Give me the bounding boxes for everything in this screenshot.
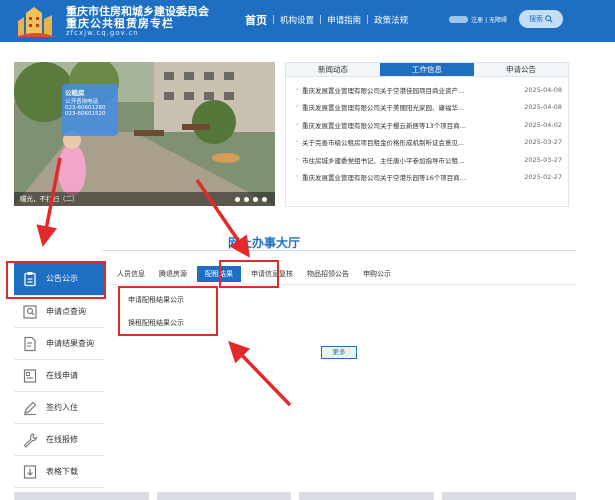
highlight-box-tab <box>219 260 279 288</box>
news-tabs: 新闻动态 工作信息 申请公告 <box>286 63 568 77</box>
building-logo-icon[interactable] <box>14 3 58 39</box>
sidebar-item-label: 在线报修 <box>46 435 78 444</box>
news-list: 重庆发展置业管理有限公司关于空港佳园项目商业资产... 2025-04-08 重庆… <box>286 77 568 186</box>
slide-dot[interactable] <box>253 197 258 202</box>
sidebar-item-online-application[interactable]: 在线申请 <box>14 360 104 392</box>
sidebar-item-label: 签约入住 <box>46 403 78 412</box>
photo-slider[interactable]: 公租房 公开咨询电话 023-60601260 023-60601520 曝光，… <box>14 62 275 206</box>
slide-dot[interactable] <box>244 197 249 202</box>
main-nav: 首页 | 机构设置 | 申请指南 | 政策法规 <box>240 12 413 28</box>
site-url: zfcxjw.cq.gov.cn <box>66 29 139 37</box>
tab-application-notice[interactable]: 申请公告 <box>474 63 568 76</box>
sidebar-item-sign-contract[interactable]: 签约入住 <box>14 392 104 424</box>
tab-lost-and-found[interactable]: 物品招领公告 <box>300 269 356 279</box>
sidebar-item-result-query[interactable]: 申请结果查询 <box>14 328 104 360</box>
nav-item-guide[interactable]: 申请指南 <box>322 14 366 26</box>
divider <box>102 250 576 251</box>
nav-item-organization[interactable]: 机构设置 <box>275 14 319 26</box>
hotline-card-subtitle: 公开咨询电话 <box>65 99 99 105</box>
pen-icon <box>24 401 37 415</box>
news-title[interactable]: 重庆发展置业管理有限公司关于樱云新居等13个项目商... <box>296 120 501 130</box>
map-search-icon <box>23 304 37 319</box>
courtyard-photo <box>14 62 275 206</box>
news-date: 2025-04-08 <box>524 103 562 112</box>
news-date: 2025-02-27 <box>524 173 562 182</box>
banner-thumb[interactable] <box>441 492 576 500</box>
hotline-phone-2: 023-60601520 <box>65 111 106 117</box>
banner-thumb[interactable] <box>14 492 149 500</box>
news-date: 2025-03-27 <box>524 155 562 164</box>
nav-item-policy[interactable]: 政策法规 <box>369 14 413 26</box>
news-title[interactable]: 重庆发展置业管理有限公司关于空港佳园项目商业资产... <box>296 85 501 95</box>
tab-purchase-notice[interactable]: 申购公示 <box>356 269 398 279</box>
download-icon <box>23 464 37 479</box>
site-header: 重庆市住房和城乡建设委员会 重庆公共租赁房专栏 zfcxjw.cq.gov.cn… <box>0 0 615 42</box>
sidebar-item-online-repair[interactable]: 在线报修 <box>14 424 104 456</box>
nav-home[interactable]: 首页 <box>240 12 272 28</box>
list-item[interactable]: 市住房城乡建委党组书记、主任唐小平参加指导市公租... 2025-03-27 <box>296 151 562 169</box>
service-hall-title: 网上办事大厅 <box>228 236 301 250</box>
list-item[interactable]: 关于完善市级公租房项目租金价格形成机制听证会意见... 2025-03-27 <box>296 134 562 152</box>
list-item[interactable]: 重庆发展置业管理有限公司关于空港佳园项目商业资产... 2025-04-08 <box>296 81 562 99</box>
news-title[interactable]: 关于完善市级公租房项目租金价格形成机制听证会意见... <box>296 137 501 147</box>
search-icon <box>545 15 553 23</box>
news-date: 2025-04-02 <box>524 120 562 129</box>
blurred-user-name <box>449 15 469 23</box>
news-panel: 新闻动态 工作信息 申请公告 重庆发展置业管理有限公司关于空港佳园项目商业资产.… <box>285 62 569 207</box>
divider <box>110 284 576 285</box>
news-title[interactable]: 重庆发展置业管理有限公司关于美丽阳光家园、康福华... <box>296 102 501 112</box>
hotline-card[interactable]: 公租房 公开咨询电话 023-60601260 023-60601520 <box>62 84 118 136</box>
search-button[interactable]: 搜索 <box>519 10 563 28</box>
highlight-box-results <box>118 286 218 336</box>
highlight-box-sidebar <box>6 261 106 299</box>
sidebar-item-label: 在线申请 <box>46 371 78 380</box>
slide-dot[interactable] <box>262 197 267 202</box>
news-title[interactable]: 重庆发展置业管理有限公司关于空港乐园等16个项目商... <box>296 172 501 182</box>
tab-vacated-housing[interactable]: 腾退房源 <box>152 269 194 279</box>
document-search-icon <box>24 336 36 351</box>
banner-thumb[interactable] <box>299 492 434 500</box>
hotline-card-title: 公租房 <box>65 89 85 97</box>
search-label: 搜索 <box>529 15 543 23</box>
news-title[interactable]: 市住房城乡建委党组书记、主任唐小平参加指导市公租... <box>296 155 501 165</box>
user-links[interactable]: 注册 | 无障碍 <box>449 13 507 25</box>
news-date: 2025-03-27 <box>524 138 562 147</box>
list-item[interactable]: 重庆发展置业管理有限公司关于空港乐园等16个项目商... 2025-02-27 <box>296 169 562 187</box>
user-links-text: 注册 | 无障碍 <box>471 16 507 24</box>
list-item[interactable]: 重庆发展置业管理有限公司关于美丽阳光家园、康福华... 2025-04-08 <box>296 99 562 117</box>
sidebar-item-label: 申请点查询 <box>46 307 86 316</box>
slide-dots <box>235 197 267 202</box>
sidebar-item-form-download[interactable]: 表格下载 <box>14 456 104 488</box>
bottom-banner-strip <box>14 492 576 500</box>
list-item[interactable]: 重庆发展置业管理有限公司关于樱云新居等13个项目商... 2025-04-02 <box>296 116 562 134</box>
arrow-to-results <box>228 340 292 407</box>
sidebar-item-label: 申请结果查询 <box>46 339 94 348</box>
news-date: 2025-04-08 <box>524 85 562 94</box>
slide-dot[interactable] <box>235 197 240 202</box>
tab-personnel-info[interactable]: 人员信息 <box>110 269 152 279</box>
sidebar-item-application-point[interactable]: 申请点查询 <box>14 296 104 328</box>
tab-work-info[interactable]: 工作信息 <box>380 63 474 76</box>
banner-thumb[interactable] <box>156 492 291 500</box>
form-icon <box>23 368 37 383</box>
more-button[interactable]: 更多 <box>321 346 357 359</box>
tab-news[interactable]: 新闻动态 <box>286 63 380 76</box>
sidebar-item-label: 表格下载 <box>46 467 78 476</box>
wrench-icon <box>23 432 38 448</box>
